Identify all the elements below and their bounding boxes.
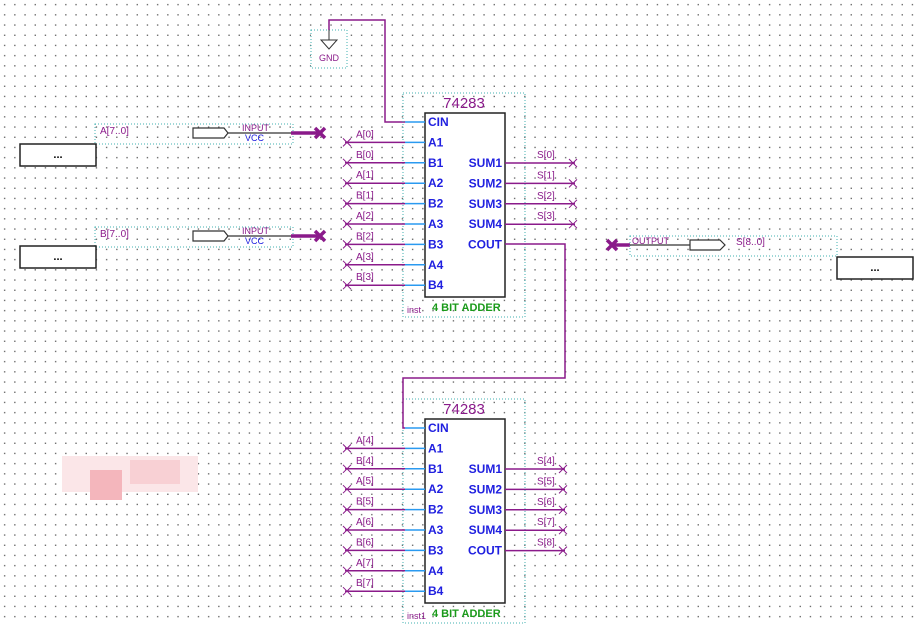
net-label: A[7]: [356, 558, 374, 569]
net-label: S[6]: [537, 497, 555, 508]
net-label: B[6]: [356, 537, 374, 548]
pin-b1: B1: [428, 156, 444, 170]
pin-cout: COUT: [468, 544, 503, 558]
pin-a2: A2: [428, 482, 444, 496]
input-type: INPUT: [242, 226, 270, 236]
block-description: 4 BIT ADDER: [432, 608, 501, 620]
net-label: S[1]: [537, 170, 555, 181]
pin-b3: B3: [428, 543, 444, 557]
pin-b3: B3: [428, 237, 444, 251]
part-number: 74283: [443, 401, 485, 418]
pin-a1: A1: [428, 135, 444, 149]
pin-sum3: SUM3: [469, 503, 503, 517]
net-label: S[4]: [537, 456, 555, 467]
net-label: S[7]: [537, 517, 555, 528]
net-label: B[5]: [356, 497, 374, 508]
pin-b2: B2: [428, 197, 444, 211]
instance-name: inst1: [407, 611, 426, 621]
net-label: S[8]: [537, 538, 555, 549]
svg-text:...: ...: [870, 262, 879, 274]
net-label: A[3]: [356, 252, 374, 263]
pin-b1: B1: [428, 462, 444, 476]
pin-a3: A3: [428, 217, 444, 231]
pin-sum2: SUM2: [469, 482, 503, 496]
input-name: A[7..0]: [100, 126, 129, 137]
net-label: S[5]: [537, 476, 555, 487]
pin-a4: A4: [428, 258, 444, 272]
net-label: A[2]: [356, 211, 374, 222]
pin-sum4: SUM4: [469, 523, 503, 537]
input-value-box[interactable]: ...: [19, 245, 97, 269]
pin-b2: B2: [428, 503, 444, 517]
pin-sum1: SUM1: [469, 462, 503, 476]
net-label: B[0]: [356, 150, 374, 161]
net-label: B[3]: [356, 272, 374, 283]
net-label: A[1]: [356, 170, 374, 181]
input-type: INPUT: [242, 123, 270, 133]
pin-cout: COUT: [468, 238, 503, 252]
pin-b4: B4: [428, 278, 444, 292]
input-value-box[interactable]: ...: [19, 143, 97, 167]
pin-cin: CIN: [428, 115, 449, 129]
pin-a4: A4: [428, 564, 444, 578]
svg-text:...: ...: [53, 149, 62, 161]
pin-b4: B4: [428, 584, 444, 598]
pin-sum3: SUM3: [469, 197, 503, 211]
block-description: 4 BIT ADDER: [432, 302, 501, 314]
part-number: 74283: [443, 95, 485, 112]
schematic-canvas[interactable]: GND A[7..0] INPUTVCC...B[7..0] INPUTVCC...…: [0, 0, 920, 626]
net-label: A[0]: [356, 129, 374, 140]
net-label: S[2]: [537, 191, 555, 202]
pin-a3: A3: [428, 523, 444, 537]
net-label: S[3]: [537, 211, 555, 222]
gnd-label: GND: [319, 53, 340, 63]
net-label: A[4]: [356, 435, 374, 446]
net-label: B[1]: [356, 191, 374, 202]
net-label: B[7]: [356, 578, 374, 589]
net-label: B[4]: [356, 456, 374, 467]
input-name: B[7..0]: [100, 229, 129, 240]
svg-text:S[8..0]: S[8..0]: [736, 237, 765, 248]
pin-a2: A2: [428, 176, 444, 190]
net-label: A[6]: [356, 517, 374, 528]
svg-text:...: ...: [53, 251, 62, 263]
pin-sum1: SUM1: [469, 156, 503, 170]
input-default: VCC: [245, 133, 265, 143]
instance-name: inst: [407, 305, 422, 315]
pin-cin: CIN: [428, 421, 449, 435]
input-default: VCC: [245, 236, 265, 246]
net-label: A[5]: [356, 476, 374, 487]
net-label: S[0]: [537, 150, 555, 161]
gnd-symbol[interactable]: GND: [310, 29, 348, 69]
pin-sum2: SUM2: [469, 176, 503, 190]
output-value-box[interactable]: ...: [836, 256, 914, 280]
pin-sum4: SUM4: [469, 217, 503, 231]
pin-a1: A1: [428, 441, 444, 455]
net-label: B[2]: [356, 231, 374, 242]
